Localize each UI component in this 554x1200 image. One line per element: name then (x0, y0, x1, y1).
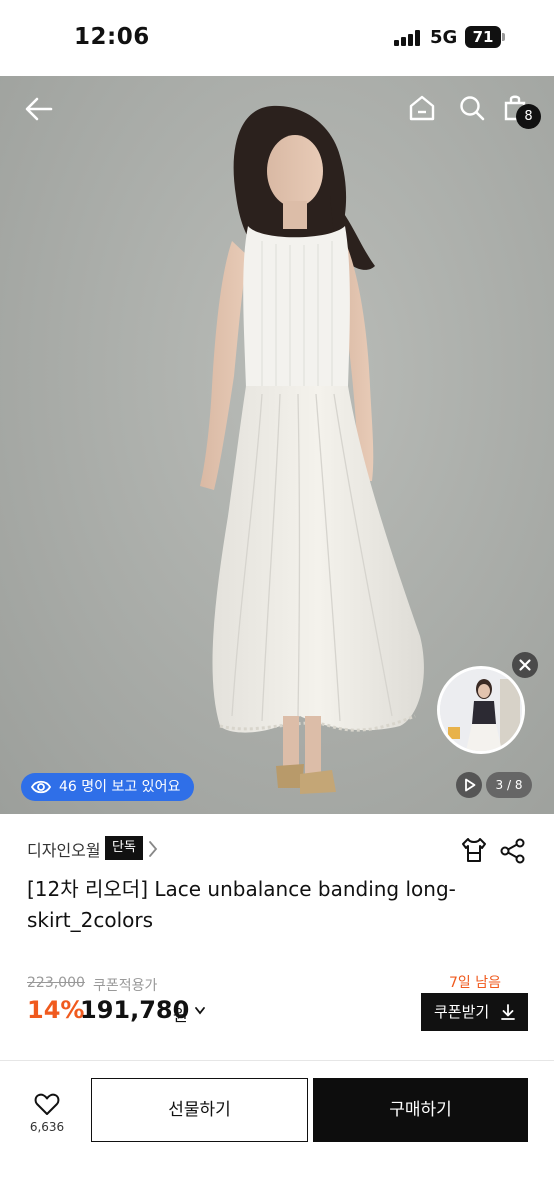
battery-tip (502, 33, 505, 41)
status-bar: 12:06 5G 71 (0, 0, 554, 76)
product-page: 12:06 5G 71 8 46 명이 보고 있어요 3 / 8 디자인오월 단… (0, 0, 554, 1200)
divider (0, 1060, 554, 1061)
original-price: 223,000 (27, 975, 85, 991)
cart-count-badge[interactable]: 8 (516, 104, 541, 129)
play-icon (465, 778, 476, 792)
play-button[interactable] (456, 772, 482, 798)
coupon-applied-label: 쿠폰적용가 (93, 978, 158, 994)
back-arrow-icon[interactable] (24, 96, 54, 122)
search-icon[interactable] (458, 94, 486, 122)
exclusive-badge: 단독 (105, 836, 143, 860)
hanger-icon[interactable] (460, 836, 488, 864)
currency-label: 원 (173, 1006, 188, 1025)
chevron-right-icon[interactable] (148, 840, 158, 858)
days-left-label: 7일 남음 (449, 975, 501, 991)
eye-icon (31, 780, 51, 794)
battery-icon: 71 (465, 26, 501, 48)
status-time: 12:06 (74, 24, 150, 50)
close-video-button[interactable] (512, 652, 538, 678)
download-icon (501, 1004, 515, 1020)
network-type: 5G (430, 27, 458, 48)
brand-name[interactable]: 디자인오월 (27, 837, 101, 861)
gift-button[interactable]: 선물하기 (91, 1078, 308, 1142)
video-preview[interactable] (437, 666, 525, 754)
product-title: [12차 리오더] Lace unbalance banding long-sk… (27, 877, 456, 932)
close-icon (519, 659, 531, 671)
heart-icon[interactable] (34, 1092, 60, 1116)
like-count: 6,636 (29, 1120, 65, 1134)
chevron-down-icon[interactable] (194, 1006, 206, 1016)
share-icon[interactable] (500, 838, 526, 864)
signal-icon (394, 30, 422, 46)
buy-button[interactable]: 구매하기 (313, 1078, 528, 1142)
home-icon[interactable] (408, 94, 436, 122)
image-page-indicator: 3 / 8 (486, 772, 532, 798)
discount-rate: 14% (27, 996, 85, 1024)
